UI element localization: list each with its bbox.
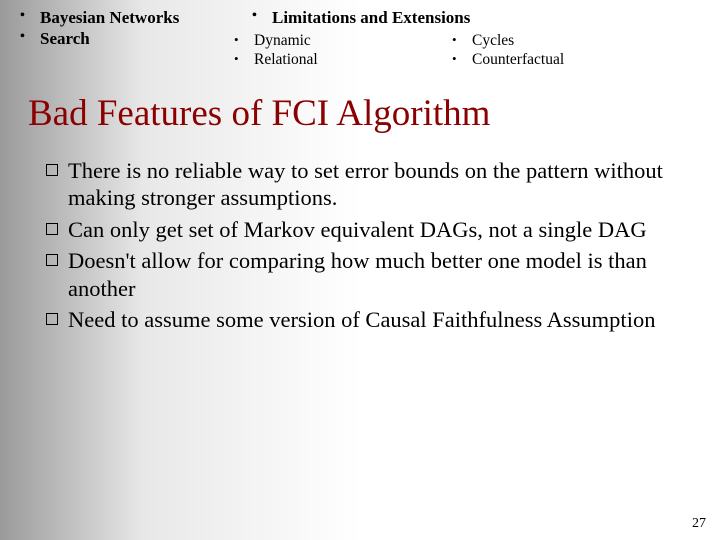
page-number: 27 — [692, 516, 706, 532]
sub-label: Relational — [254, 51, 318, 69]
list-item: There is no reliable way to set error bo… — [46, 157, 678, 212]
header-item: • Bayesian Networks — [18, 8, 228, 28]
list-text: Need to assume some version of Causal Fa… — [68, 306, 678, 333]
list-item: Need to assume some version of Causal Fa… — [46, 306, 678, 333]
sub-label: Counterfactual — [472, 51, 564, 69]
sub-label: Dynamic — [254, 32, 311, 50]
header-sub-item: • Dynamic — [228, 32, 446, 50]
slide-body: There is no reliable way to set error bo… — [0, 147, 720, 334]
header-sub-col: • Dynamic • Relational — [228, 32, 446, 70]
header-right-column: • Limitations and Extensions • Dynamic •… — [228, 8, 702, 70]
header-label: Search — [40, 29, 90, 49]
sub-label: Cycles — [472, 32, 514, 50]
list-item: Doesn't allow for comparing how much bet… — [46, 247, 678, 302]
header-label: Limitations and Extensions — [272, 8, 470, 28]
slide-header: • Bayesian Networks • Search • Limitatio… — [0, 0, 720, 74]
header-label: Bayesian Networks — [40, 8, 179, 28]
header-item: • Search — [18, 29, 228, 49]
bullet-icon: • — [228, 32, 254, 48]
header-sub-item: • Relational — [228, 51, 446, 69]
bullet-icon: • — [18, 8, 40, 24]
bullet-icon: • — [446, 51, 472, 67]
checkbox-icon — [46, 223, 58, 235]
list-text: There is no reliable way to set error bo… — [68, 157, 678, 212]
checkbox-icon — [46, 164, 58, 176]
list-item: Can only get set of Markov equivalent DA… — [46, 216, 678, 243]
checkbox-icon — [46, 254, 58, 266]
bullet-icon: • — [228, 51, 254, 67]
header-sub-item: • Counterfactual — [446, 51, 702, 69]
header-item: • Limitations and Extensions — [228, 8, 702, 28]
bullet-icon: • — [446, 32, 472, 48]
header-left-column: • Bayesian Networks • Search — [18, 8, 228, 70]
header-sub-col: • Cycles • Counterfactual — [446, 32, 702, 70]
slide-title: Bad Features of FCI Algorithm — [0, 74, 720, 147]
checkbox-icon — [46, 313, 58, 325]
header-sub-item: • Cycles — [446, 32, 702, 50]
header-sub-row: • Dynamic • Relational • Cycles • Counte… — [228, 32, 702, 70]
bullet-icon: • — [250, 8, 272, 24]
list-text: Can only get set of Markov equivalent DA… — [68, 216, 678, 243]
list-text: Doesn't allow for comparing how much bet… — [68, 247, 678, 302]
bullet-icon: • — [18, 29, 40, 45]
